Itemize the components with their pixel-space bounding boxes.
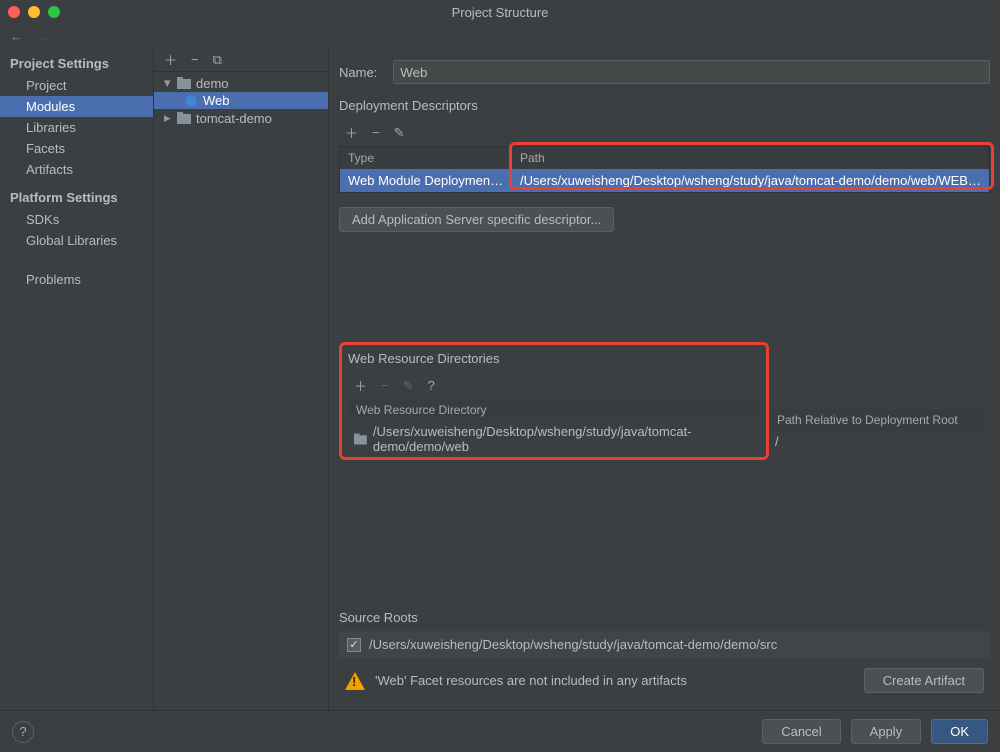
add-icon[interactable]: ＋ [164,50,177,69]
tree-toolbar: ＋ − ⧉ [154,48,328,72]
name-input[interactable] [393,60,990,84]
tree-item-web[interactable]: Web [154,92,328,109]
add-icon[interactable]: ＋ [354,376,367,395]
sidebar-item-global-libraries[interactable]: Global Libraries [0,230,153,251]
create-artifact-button[interactable]: Create Artifact [864,668,984,693]
module-tree-panel: ＋ − ⧉ ▾ demo Web ▸ tomcat-demo [154,48,329,710]
dialog-footer: ? Cancel Apply OK [0,710,1000,752]
source-root-row[interactable]: ✓ /Users/xuweisheng/Desktop/wsheng/study… [339,631,990,658]
edit-icon: ✎ [403,378,414,394]
nav-toolbar: ← → [0,24,1000,48]
module-icon [177,77,191,89]
name-row: Name: [339,60,990,84]
descriptor-table: Type Path Web Module Deployment Des... /… [339,146,990,193]
wrd-right-column: Path Relative to Deployment Root / [769,409,990,452]
col-web-resource-dir: Web Resource Directory [348,399,760,421]
sidebar-item-sdks[interactable]: SDKs [0,209,153,230]
remove-icon: − [381,378,389,393]
warning-row: 'Web' Facet resources are not included i… [339,658,990,697]
remove-icon[interactable]: − [191,52,199,67]
titlebar: Project Structure [0,0,1000,24]
checkbox-icon[interactable]: ✓ [347,638,361,652]
expand-icon[interactable]: ▾ [164,75,172,91]
main-content: Project Settings Project Modules Librari… [0,48,1000,710]
copy-icon[interactable]: ⧉ [213,52,222,68]
add-icon[interactable]: ＋ [345,123,358,142]
name-label: Name: [339,65,377,80]
tree-item-tomcat-demo[interactable]: ▸ tomcat-demo [154,109,328,127]
wrd-rel-path[interactable]: / [769,431,990,452]
platform-settings-header: Platform Settings [0,186,153,209]
wrd-row[interactable]: /Users/xuweisheng/Desktop/wsheng/study/j… [348,421,760,457]
cancel-button[interactable]: Cancel [762,719,840,744]
source-roots-section: Source Roots ✓ /Users/xuweisheng/Desktop… [339,610,990,658]
expand-icon[interactable]: ▸ [164,110,172,126]
warning-text: 'Web' Facet resources are not included i… [375,673,687,688]
forward-arrow-icon: → [37,29,50,44]
col-type: Type [340,147,512,169]
sidebar-item-problems[interactable]: Problems [0,269,153,290]
source-root-path: /Users/xuweisheng/Desktop/wsheng/study/j… [369,637,777,652]
back-arrow-icon[interactable]: ← [10,29,23,44]
tree-label: tomcat-demo [196,111,272,126]
web-icon [184,95,198,107]
sidebar-item-project[interactable]: Project [0,75,153,96]
table-header: Type Path [340,147,989,169]
edit-icon[interactable]: ✎ [394,125,405,141]
source-roots-header: Source Roots [339,610,990,625]
facet-config-panel: Name: Deployment Descriptors ＋ − ✎ Type … [329,48,1000,710]
module-tree: ▾ demo Web ▸ tomcat-demo [154,72,328,710]
web-resource-header: Web Resource Directories [348,351,760,366]
descriptor-toolbar: ＋ − ✎ [339,119,990,146]
sidebar-item-libraries[interactable]: Libraries [0,117,153,138]
add-app-server-descriptor-button[interactable]: Add Application Server specific descript… [339,207,614,232]
help-icon[interactable]: ? [12,721,34,743]
folder-icon [354,433,367,445]
cell-type: Web Module Deployment Des... [340,169,512,192]
tree-item-demo[interactable]: ▾ demo [154,74,328,92]
cell-path: /Users/xuweisheng/Desktop/wsheng/study/j… [512,169,989,192]
module-icon [177,112,191,124]
sidebar-item-artifacts[interactable]: Artifacts [0,159,153,180]
help-icon[interactable]: ? [428,378,435,393]
highlight-annotation: Web Resource Directories ＋ − ✎ ? Web Res… [339,342,769,460]
remove-icon[interactable]: − [372,125,380,140]
sidebar-item-modules[interactable]: Modules [0,96,153,117]
apply-button[interactable]: Apply [851,719,922,744]
table-row[interactable]: Web Module Deployment Des... /Users/xuwe… [340,169,989,192]
settings-sidebar: Project Settings Project Modules Librari… [0,48,154,710]
window-title: Project Structure [0,5,1000,20]
col-path-relative: Path Relative to Deployment Root [769,409,990,431]
warning-icon [345,672,365,690]
deployment-descriptors-header: Deployment Descriptors [339,98,990,113]
tree-label: demo [196,76,229,91]
wrd-toolbar: ＋ − ✎ ? [348,372,760,399]
col-path: Path [512,147,989,169]
project-settings-header: Project Settings [0,52,153,75]
ok-button[interactable]: OK [931,719,988,744]
wrd-path: /Users/xuweisheng/Desktop/wsheng/study/j… [373,424,754,454]
web-resource-section: Web Resource Directories ＋ − ✎ ? Web Res… [339,342,990,460]
tree-label: Web [203,93,230,108]
sidebar-item-facets[interactable]: Facets [0,138,153,159]
